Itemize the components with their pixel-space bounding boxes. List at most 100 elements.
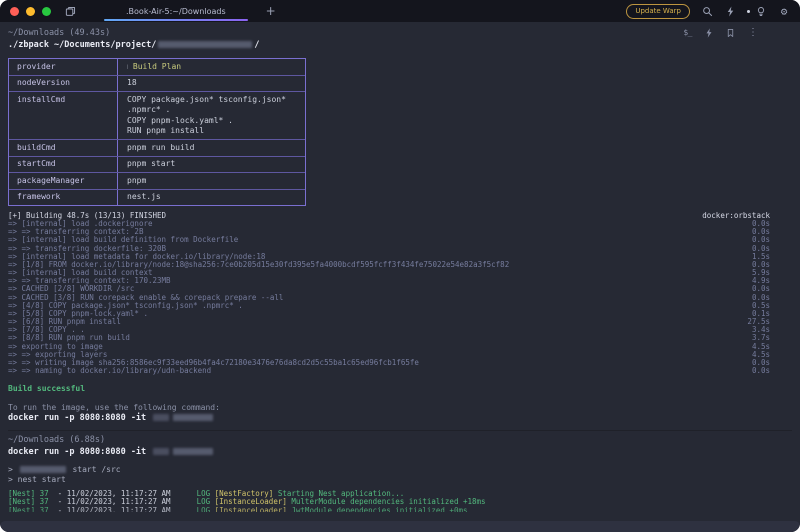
build-plan-table: Build Plan providernodejsnodeVersion18in… [8,58,306,206]
build-log-text: => [5/8] COPY pnpm-lock.yaml* . [8,310,744,318]
build-log-text: => => transferring context: 170.23MB [8,277,744,285]
build-plan-value: pnpm [117,173,305,189]
build-log-text: => [7/8] COPY . . [8,326,744,334]
tab-active[interactable]: .Book-Air-5:~/Downloads [102,0,250,22]
window-controls [10,7,51,16]
nest-tag: [Nest] 37 [8,498,49,506]
zoom-window-button[interactable] [42,7,51,16]
build-plan-value: 18 [117,76,305,92]
ai-lightning-icon[interactable] [724,5,736,17]
build-plan-key: framework [9,190,117,206]
nest-log-lines: [Nest] 37 - 11/02/2023, 11:17:27 AM LOG [… [8,490,792,512]
build-log-text: => CACHED [3/8] RUN corepack enable && c… [8,294,744,302]
search-icon[interactable] [701,5,713,17]
ai-command-icon[interactable] [705,28,713,38]
nest-tag: [Nest] 37 [8,507,49,512]
tab-title: .Book-Air-5:~/Downloads [126,7,226,16]
build-plan-key: buildCmd [9,140,117,156]
minimize-window-button[interactable] [26,7,35,16]
build-log-line: => => writing image sha256:8586ec9f33eed… [8,359,770,367]
zbpack-command[interactable]: ./zbpack ~/Documents/project// [8,40,792,50]
build-plan-row: startCmdpnpm start [9,156,305,173]
tab-active-underline [104,19,248,21]
redacted-project-path [158,41,252,48]
redacted-image-name [173,448,213,455]
build-plan-row: frameworknest.js [9,189,305,206]
build-log-line: => CACHED [2/8] WORKDIR /src0.0s [8,285,770,293]
build-log-text: => [6/8] RUN pnpm install [8,318,739,326]
build-log-line: => [internal] load .dockerignore0.0s [8,220,770,228]
build-plan-key: startCmd [9,157,117,173]
build-log-line: => exporting to image4.5s [8,343,770,351]
build-log-line: => [5/8] COPY pnpm-lock.yaml* .0.1s [8,310,770,318]
settings-gear-icon[interactable]: ⚙ [778,5,790,17]
nest-log-level: LOG [197,498,215,506]
build-log-line: => [internal] load build context5.9s [8,269,770,277]
build-successful-message: Build successful [8,384,792,393]
build-log-text: => [internal] load build context [8,269,744,277]
block1-duration: (49.43s) [69,28,110,38]
build-log-line: => [internal] load metadata for docker.i… [8,253,770,261]
build-log-text: => [internal] load .dockerignore [8,220,744,228]
lightbulb-icon[interactable] [755,5,767,17]
build-plan-row: buildCmdpnpm run build [9,139,305,156]
build-log-text: => => exporting layers [8,351,744,359]
new-tab-button[interactable]: + [266,4,276,18]
build-log-line: => => naming to docker.io/library/udn-ba… [8,367,770,375]
build-plan-title: Build Plan [128,62,186,71]
build-log-text: => [internal] load metadata for docker.i… [8,253,744,261]
build-plan-value: COPY package.json* tsconfig.json* .npmrc… [117,92,305,139]
panes-icon[interactable] [65,6,76,17]
build-log-line: => [internal] load build definition from… [8,236,770,244]
kebab-menu-icon[interactable]: ⋮ [748,28,758,38]
build-log-text: => [internal] load build definition from… [8,236,744,244]
build-plan-value: pnpm start [117,157,305,173]
suggested-docker-command: docker run -p 8080:8080 -it [8,413,792,423]
current-command-block[interactable]: ~/Downloads [0,521,800,532]
bookmark-icon[interactable] [726,28,735,38]
redacted-image-name [173,414,213,421]
build-log-line: => => exporting layers4.5s [8,351,770,359]
block-action-icons: $_ ⋮ [683,28,758,38]
share-terminal-icon[interactable]: $_ [683,28,692,38]
build-log-line: => [4/8] COPY package.json* tsconfig.jso… [8,302,770,310]
docker-run-command[interactable]: docker run -p 8080:8080 -it [8,447,792,457]
command-block-zbpack: ~/Downloads (49.43s) $_ ⋮ ./zbpack ~/Doc… [0,22,800,431]
close-window-button[interactable] [10,7,19,16]
build-plan-row: packageManagerpnpm [9,172,305,189]
build-plan-value: nest.js [117,190,305,206]
build-log-line: => [1/8] FROM docker.io/library/node:18@… [8,261,770,269]
nest-message: JwtModule dependencies initialized +0ms [291,507,467,512]
build-log-line: => [7/8] COPY . .3.4s [8,326,770,334]
nest-context: [InstanceLoader] [215,498,292,506]
warp-terminal-window: .Book-Air-5:~/Downloads + Update Warp ⚙ … [0,0,800,532]
run-hint-text: To run the image, use the following comm… [8,403,792,412]
build-log-line: => => transferring context: 2B0.0s [8,228,770,236]
build-log-header: [+] Building 48.7s (13/13) FINISHED dock… [8,212,770,220]
build-log-text: => => naming to docker.io/library/udn-ba… [8,367,744,375]
build-log-text: => [1/8] FROM docker.io/library/node:18@… [8,261,744,269]
block1-prompt-path: ~/Downloads [8,28,64,38]
nest-start-line: > nest start [8,475,792,485]
block2-duration: (6.88s) [69,435,105,445]
build-log-time: 0.0s [752,367,770,375]
nest-timestamp: - 11/02/2023, 11:17:27 AM [49,498,171,506]
build-plan-key: nodeVersion [9,76,117,92]
build-log-line: => => transferring dockerfile: 320B0.0s [8,245,770,253]
build-log-line: => [6/8] RUN pnpm install27.5s [8,318,770,326]
redacted-flag [153,414,169,421]
build-log-line: => => transferring context: 170.23MB4.9s [8,277,770,285]
build-plan-row: installCmdCOPY package.json* tsconfig.js… [9,91,305,139]
build-log-text: => => transferring dockerfile: 320B [8,245,744,253]
redacted-flag [153,448,169,455]
build-plan-key: packageManager [9,173,117,189]
nest-log-line: [Nest] 37 - 11/02/2023, 11:17:27 AMLOG [… [8,507,792,512]
build-plan-rows: providernodejsnodeVersion18installCmdCOP… [9,59,305,205]
nest-context: [InstanceLoader] [215,507,292,512]
tab-bar-actions: Update Warp ⚙ [626,4,790,19]
update-warp-button[interactable]: Update Warp [626,4,690,19]
notification-dot [747,10,750,13]
build-log-text: => [4/8] COPY package.json* tsconfig.jso… [8,302,744,310]
build-log-text: => => transferring context: 2B [8,228,744,236]
build-log-text: => exporting to image [8,343,744,351]
